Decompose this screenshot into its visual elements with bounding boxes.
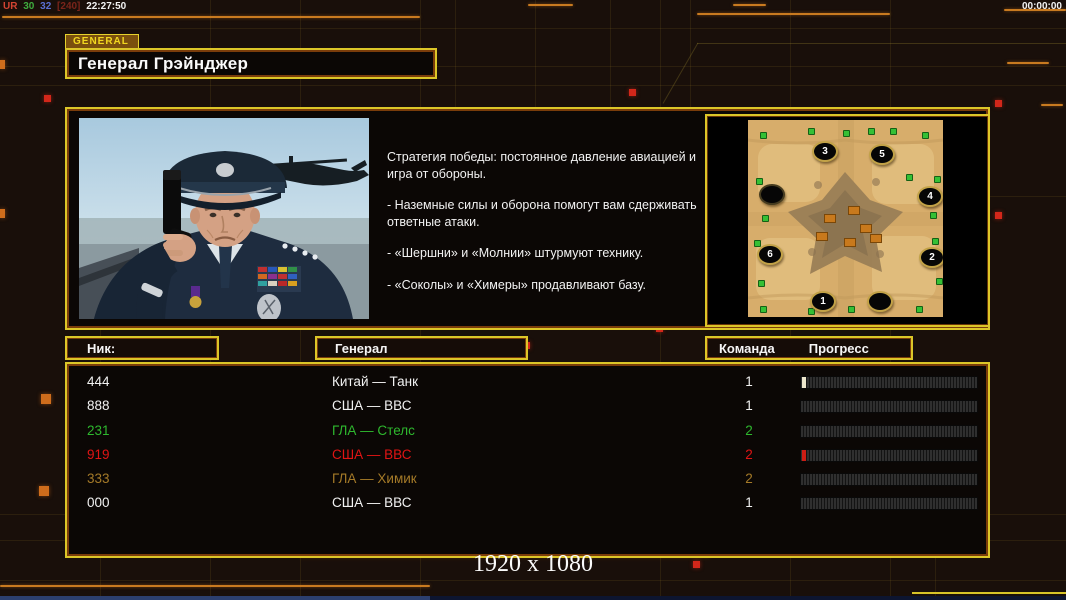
player-general: США — ВВС bbox=[332, 447, 411, 462]
player-nick: 333 bbox=[87, 471, 110, 486]
resource-dot bbox=[934, 176, 941, 183]
resource-dot bbox=[916, 306, 923, 313]
progress-tick bbox=[802, 450, 806, 461]
player-general: Китай — Танк bbox=[332, 374, 418, 389]
player-row: 888 США — ВВС 1 bbox=[67, 395, 988, 419]
progress-header-label: Прогресс bbox=[775, 341, 869, 356]
progress-bar bbox=[800, 425, 978, 438]
map-building bbox=[844, 238, 856, 247]
player-team: 1 bbox=[734, 374, 764, 389]
progress-tick bbox=[802, 377, 806, 388]
resource-dot bbox=[760, 306, 767, 313]
general-header-label: Генерал bbox=[317, 341, 387, 356]
resource-dot bbox=[760, 132, 767, 139]
debug-val2: 32 bbox=[40, 1, 51, 12]
player-team: 1 bbox=[734, 495, 764, 510]
player-nick: 444 bbox=[87, 374, 110, 389]
resource-dot bbox=[758, 280, 765, 287]
column-header-general: Генерал bbox=[315, 336, 528, 360]
resource-dot bbox=[906, 174, 913, 181]
general-name: Генерал Грэйнджер bbox=[67, 54, 248, 74]
resource-dot bbox=[932, 238, 939, 245]
debug-val3: [240] bbox=[57, 1, 80, 12]
player-row: 444 Китай — Танк 1 bbox=[67, 371, 988, 395]
briefing-paragraph: - «Шершни» и «Молнии» штурмуют технику. bbox=[387, 245, 709, 262]
player-team: 1 bbox=[734, 398, 764, 413]
general-tab-label: GENERAL bbox=[65, 34, 139, 48]
column-header-team-progress: Команда Прогресс bbox=[705, 336, 913, 360]
player-team: 2 bbox=[734, 471, 764, 486]
debug-clock: 22:27:50 bbox=[86, 1, 126, 12]
resource-dot bbox=[808, 128, 815, 135]
start-position-marker: 1 bbox=[810, 291, 836, 312]
briefing-text: Стратегия победы: постоянное давление ав… bbox=[387, 149, 709, 308]
map-building bbox=[816, 232, 828, 241]
player-general: ГЛА — Стелс bbox=[332, 423, 415, 438]
team-header-label: Команда bbox=[707, 341, 775, 356]
resource-dot bbox=[922, 132, 929, 139]
nick-header-label: Ник: bbox=[67, 341, 115, 356]
start-position-marker: 5 bbox=[869, 144, 895, 165]
debug-val1: 30 bbox=[23, 1, 34, 12]
player-row: 000 США — ВВС 1 bbox=[67, 492, 988, 516]
resource-dot bbox=[848, 306, 855, 313]
map-preview-panel: 3 5 4 6 2 1 bbox=[705, 114, 990, 327]
map-building bbox=[870, 234, 882, 243]
debug-overlay: UR 30 32 [240] 22:27:50 bbox=[3, 1, 129, 12]
progress-bar bbox=[800, 497, 978, 510]
player-general: США — ВВС bbox=[332, 398, 411, 413]
resource-dot bbox=[762, 215, 769, 222]
briefing-paragraph: Стратегия победы: постоянное давление ав… bbox=[387, 149, 709, 182]
portrait-image bbox=[79, 118, 369, 319]
column-header-nick: Ник: bbox=[65, 336, 219, 360]
start-position-marker bbox=[867, 291, 893, 312]
map-building bbox=[824, 214, 836, 223]
start-position-marker: 6 bbox=[757, 244, 783, 265]
resource-dot bbox=[930, 212, 937, 219]
resource-dot bbox=[843, 130, 850, 137]
player-nick: 888 bbox=[87, 398, 110, 413]
player-rows: 444 Китай — Танк 1 888 США — ВВС 1 231 ГЛА — Ст… bbox=[67, 371, 988, 517]
start-position-marker: 2 bbox=[919, 247, 943, 268]
progress-bar bbox=[800, 473, 978, 486]
match-timer: 00:00:00 bbox=[1022, 1, 1062, 12]
player-general: ГЛА — Химик bbox=[332, 471, 417, 486]
map-preview: 3 5 4 6 2 1 bbox=[748, 120, 943, 317]
progress-bar bbox=[800, 376, 978, 389]
resource-dot bbox=[868, 128, 875, 135]
player-nick: 231 bbox=[87, 423, 110, 438]
progress-bar bbox=[800, 449, 978, 462]
map-resolution-label: 1920 x 1080 bbox=[0, 551, 1066, 578]
player-row: 333 ГЛА — Химик 2 bbox=[67, 468, 988, 492]
player-general: США — ВВС bbox=[332, 495, 411, 510]
briefing-paragraph: - «Соколы» и «Химеры» продавливают базу. bbox=[387, 277, 709, 294]
map-building bbox=[848, 206, 860, 215]
player-row: 919 США — ВВС 2 bbox=[67, 444, 988, 468]
map-building bbox=[860, 224, 872, 233]
start-position-marker bbox=[759, 184, 785, 205]
player-nick: 919 bbox=[87, 447, 110, 462]
general-title-box: Генерал Грэйнджер bbox=[65, 48, 437, 79]
debug-ur: UR bbox=[3, 1, 17, 12]
resource-dot bbox=[754, 240, 761, 247]
player-team: 2 bbox=[734, 447, 764, 462]
resource-dot bbox=[936, 278, 943, 285]
player-row: 231 ГЛА — Стелс 2 bbox=[67, 420, 988, 444]
resource-dot bbox=[890, 128, 897, 135]
briefing-paragraph: - Наземные силы и оборона помогут вам сд… bbox=[387, 197, 709, 230]
start-position-marker: 4 bbox=[917, 186, 943, 207]
general-info-panel: Стратегия победы: постоянное давление ав… bbox=[65, 107, 990, 330]
progress-bar bbox=[800, 400, 978, 413]
player-nick: 000 bbox=[87, 495, 110, 510]
bottom-blue-bar bbox=[0, 596, 1066, 600]
start-position-marker: 3 bbox=[812, 141, 838, 162]
player-table: 444 Китай — Танк 1 888 США — ВВС 1 231 ГЛА — Ст… bbox=[65, 362, 990, 558]
resource-dot bbox=[756, 178, 763, 185]
player-team: 2 bbox=[734, 423, 764, 438]
